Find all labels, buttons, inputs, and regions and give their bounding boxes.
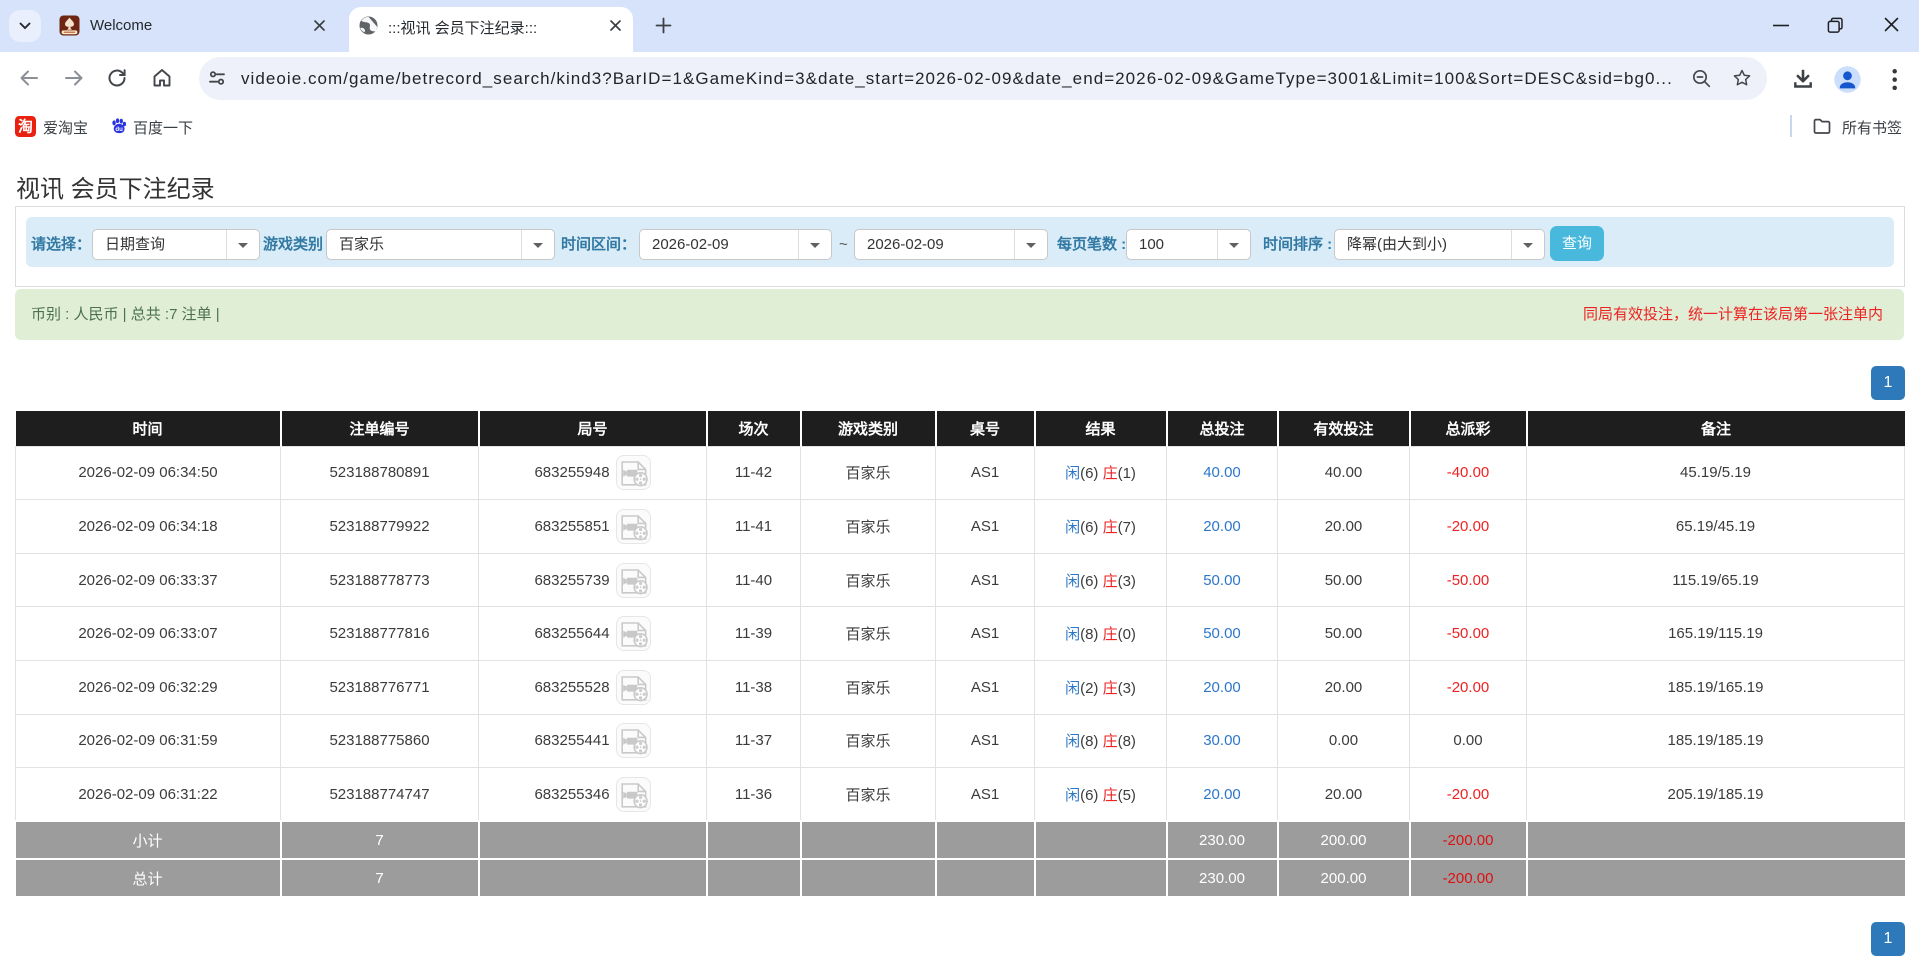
svg-text:du: du bbox=[115, 126, 123, 133]
svg-text:淘: 淘 bbox=[18, 118, 33, 136]
